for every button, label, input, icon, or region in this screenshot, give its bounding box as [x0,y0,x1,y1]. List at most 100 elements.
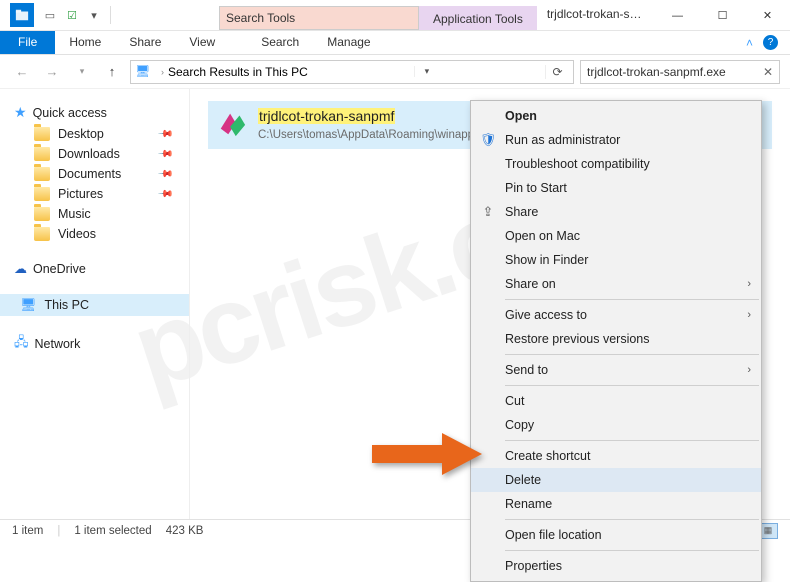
pin-icon: 📌 [156,146,173,163]
pin-icon: 📌 [156,186,173,203]
sidebar-item-label: Desktop [58,127,104,141]
share-tab[interactable]: Share [115,31,175,54]
sidebar-item-label: Music [58,207,91,221]
navigation-pane: ★Quick access Desktop📌 Downloads📌 Docume… [0,89,190,519]
ctx-delete[interactable]: Delete [471,468,761,492]
sidebar-network[interactable]: 🖧Network [14,330,189,358]
ctx-separator [505,354,759,355]
search-box[interactable]: trjdlcot-trokan-sanpmf.exe ✕ [580,60,780,84]
navbar: ← → ▾ ↑ 🖥 › Search Results in This PC ▾ … [0,55,790,89]
ctx-label: Rename [505,497,552,511]
ctx-send-to[interactable]: Send to› [471,358,761,382]
help-icon[interactable]: ? [763,35,778,50]
ctx-label: Give access to [505,308,587,322]
recent-dropdown-icon[interactable]: ▾ [70,60,94,84]
qat-dropdown-icon[interactable]: ▾ [84,5,104,25]
ctx-open-file-location[interactable]: Open file location [471,523,761,547]
ctx-label: Share on [505,277,556,291]
ctx-label: Properties [505,559,562,573]
qat-sep [110,6,111,24]
ctx-run-as-admin[interactable]: 🛡Run as administrator [471,128,761,152]
search-tab[interactable]: Search [247,31,313,54]
sidebar-this-pc[interactable]: 🖥 This PC [0,294,189,316]
breadcrumb-sep-icon: › [161,67,164,77]
contextual-tab-search-tools[interactable]: Search Tools [219,6,419,30]
ctx-label: Open on Mac [505,229,580,243]
view-tab[interactable]: View [175,31,229,54]
sidebar-quick-access[interactable]: ★Quick access [14,101,189,124]
window-title: trjdlcot-trokan-sanpmf.exe - Search Resu… [537,0,655,30]
sidebar-item-label: Documents [58,167,121,181]
ctx-properties[interactable]: Properties [471,554,761,578]
ctx-troubleshoot[interactable]: Troubleshoot compatibility [471,152,761,176]
ctx-separator [505,299,759,300]
ctx-label: Restore previous versions [505,332,650,346]
refresh-icon[interactable]: ⟳ [545,65,569,79]
ctx-separator [505,385,759,386]
sidebar-thispc-label: This PC [45,298,89,312]
ctx-label: Share [505,205,538,219]
ctx-pin-start[interactable]: Pin to Start [471,176,761,200]
sidebar-item-documents[interactable]: Documents📌 [14,164,189,184]
sidebar-item-music[interactable]: Music [14,204,189,224]
status-size: 423 KB [166,525,204,537]
minimize-button[interactable]: ― [655,0,700,31]
submenu-arrow-icon: › [747,309,751,321]
folder-icon [34,167,50,181]
status-item-count: 1 item [12,525,43,537]
sidebar-item-label: Pictures [58,187,103,201]
maximize-button[interactable]: ☐ [700,0,745,31]
application-icon [216,107,248,139]
result-path: C:\Users\tomas\AppData\Roaming\winapp [258,129,474,141]
titlebar: ▭ ☑ ▾ Search Tools Application Tools trj… [0,0,790,31]
ctx-share-on[interactable]: Share on› [471,272,761,296]
sidebar-network-label: Network [35,337,81,351]
ctx-give-access[interactable]: Give access to › [471,303,761,327]
ctx-open[interactable]: Open [471,104,761,128]
manage-tab[interactable]: Manage [313,31,384,54]
address-bar[interactable]: 🖥 › Search Results in This PC ▾ ⟳ [130,60,574,84]
file-tab[interactable]: File [0,31,55,54]
search-value: trjdlcot-trokan-sanpmf.exe [587,65,726,79]
ctx-open-on-mac[interactable]: Open on Mac [471,224,761,248]
qat-properties-icon[interactable]: ▭ [40,5,60,25]
address-dropdown-icon[interactable]: ▾ [414,66,438,77]
sidebar-onedrive-label: OneDrive [33,262,86,276]
location-pc-icon: 🖥 [135,64,151,80]
sidebar-onedrive[interactable]: ☁OneDrive [14,258,189,280]
close-button[interactable]: ✕ [745,0,790,31]
ctx-rename[interactable]: Rename [471,492,761,516]
ctx-label: Pin to Start [505,181,567,195]
ctx-separator [505,550,759,551]
ctx-restore-versions[interactable]: Restore previous versions [471,327,761,351]
share-icon: ⇪ [479,204,497,220]
address-text: Search Results in This PC [168,65,308,79]
pc-icon: 🖥 [20,297,37,313]
ctx-copy[interactable]: Copy [471,413,761,437]
sidebar-item-label: Downloads [58,147,120,161]
sidebar-item-label: Videos [58,227,96,241]
contextual-tab-application-tools[interactable]: Application Tools [419,6,537,30]
annotation-arrow [372,433,482,480]
up-button[interactable]: ↑ [100,60,124,84]
ctx-label: Send to [505,363,548,377]
folder-icon [34,187,50,201]
ribbon-expand-icon[interactable]: ˄ [746,36,753,50]
ctx-share[interactable]: ⇪ Share [471,200,761,224]
qat-checkbox-icon[interactable]: ☑ [62,5,82,25]
sidebar-item-desktop[interactable]: Desktop📌 [14,124,189,144]
sidebar-item-videos[interactable]: Videos [14,224,189,244]
ribbon: File Home Share View Search Manage ˄ ? [0,31,790,55]
ctx-show-in-finder[interactable]: Show in Finder [471,248,761,272]
shield-icon: 🛡 [479,132,497,148]
clear-search-icon[interactable]: ✕ [763,65,773,79]
back-button[interactable]: ← [10,60,34,84]
sidebar-item-pictures[interactable]: Pictures 📌 [14,184,189,204]
forward-button[interactable]: → [40,60,64,84]
sidebar-item-downloads[interactable]: Downloads 📌 [14,144,189,164]
ctx-cut[interactable]: Cut [471,389,761,413]
ctx-label: Open file location [505,528,602,542]
folder-icon [34,147,50,161]
home-tab[interactable]: Home [55,31,115,54]
ctx-create-shortcut[interactable]: Create shortcut [471,444,761,468]
